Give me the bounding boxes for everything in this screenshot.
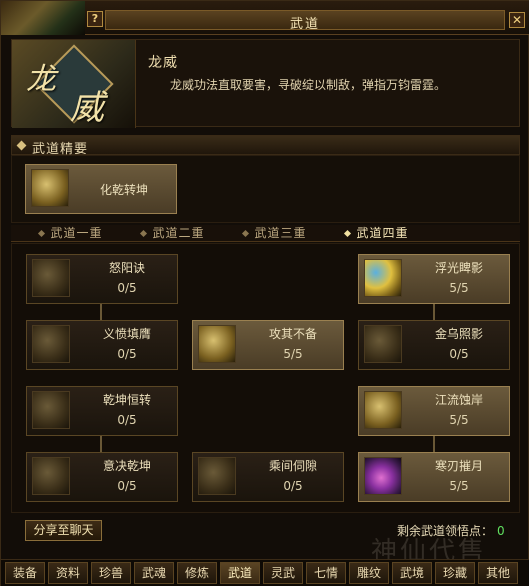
skill-name: 乘间伺隙 [268, 459, 317, 473]
skill-points: 5/5 [449, 413, 469, 427]
skill-card[interactable]: 乾坤恒转 0/5 [26, 386, 178, 436]
skill-tree: 怒阳诀 0/5 浮光睥影 5/5 义愤填膺 0/5 攻其不备 5/5 金乌照影 … [11, 243, 520, 513]
skill-icon [32, 325, 70, 363]
skill-name: 寒刃摧月 [434, 459, 483, 473]
skill-points: 5/5 [283, 347, 303, 361]
share-to-chat-button[interactable]: 分享至聊天 [25, 520, 102, 541]
help-button[interactable]: ? [87, 11, 103, 27]
skill-points: 0/5 [117, 479, 137, 493]
tab-tier-1[interactable]: 武道一重 [21, 225, 121, 242]
essence-skill-name: 化乾转坤 [99, 183, 148, 197]
skill-name: 龙威 [148, 55, 178, 71]
skill-icon [198, 457, 236, 495]
window-title: 武道 [289, 17, 320, 32]
skill-icon [364, 325, 402, 363]
martial-way-window: ? 武道 ✕ 龙 威 龙威 龙威功法直取要害，寻破绽以制敌，弹指万钧雷霆。 武道… [0, 0, 529, 586]
bottom-tab[interactable]: 武魂 [134, 562, 174, 584]
skill-header: 龙 威 龙威 龙威功法直取要害，寻破绽以制敌，弹指万钧雷霆。 [11, 39, 520, 128]
skill-card[interactable]: 浮光睥影 5/5 [358, 254, 510, 304]
skill-name: 怒阳诀 [108, 261, 145, 275]
skill-card[interactable]: 寒刃摧月 5/5 [358, 452, 510, 502]
bottom-tab[interactable]: 修炼 [177, 562, 217, 584]
diamond-bullet-icon [16, 140, 27, 151]
skill-icon [364, 259, 402, 297]
bottom-tab[interactable]: 灵武 [263, 562, 303, 584]
skill-emblem: 龙 威 [12, 40, 136, 128]
tab-label: 武道四重 [356, 226, 409, 240]
bottom-tab-strip: 装备 资料 珍兽 武魂 修炼 武道 灵武 七情 雕纹 武境 珍藏 其他 [1, 559, 529, 586]
tab-tier-4[interactable]: 武道四重 [327, 225, 427, 242]
skill-card[interactable]: 乘间伺隙 0/5 [192, 452, 344, 502]
tree-connector [100, 302, 102, 320]
skill-points: 5/5 [449, 479, 469, 493]
skill-name: 金乌照影 [434, 327, 483, 341]
remaining-points-value: 0 [497, 524, 505, 538]
skill-card[interactable]: 金乌照影 0/5 [358, 320, 510, 370]
essence-panel: 化乾转坤 [11, 155, 520, 223]
skill-points: 5/5 [449, 281, 469, 295]
skill-icon [32, 391, 70, 429]
tab-dot-icon [140, 229, 148, 238]
emblem-char-2: 威 [70, 88, 104, 128]
skill-name: 江流蚀岸 [434, 393, 483, 407]
skill-name: 意决乾坤 [102, 459, 151, 473]
skill-card[interactable]: 意决乾坤 0/5 [26, 452, 178, 502]
bottom-tab[interactable]: 其他 [478, 562, 518, 584]
bottom-tab[interactable]: 珍藏 [435, 562, 475, 584]
tab-dot-icon [242, 229, 250, 238]
bottom-tab[interactable]: 雕纹 [349, 562, 389, 584]
tab-dot-icon [344, 229, 352, 238]
skill-card[interactable]: 怒阳诀 0/5 [26, 254, 178, 304]
skill-icon [32, 259, 70, 297]
tab-tier-2[interactable]: 武道二重 [123, 225, 223, 242]
remaining-points: 剩余武道领悟点： 0 [397, 522, 505, 539]
skill-points: 0/5 [117, 281, 137, 295]
corner-ornament [1, 1, 85, 35]
bottom-tab[interactable]: 七情 [306, 562, 346, 584]
skill-icon [364, 457, 402, 495]
title-bar[interactable]: ? 武道 ✕ [1, 1, 529, 35]
tab-label: 武道一重 [50, 226, 103, 240]
bottom-tab[interactable]: 珍兽 [91, 562, 131, 584]
title-band: 武道 [105, 10, 505, 32]
remaining-points-label: 剩余武道领悟点： [397, 524, 494, 538]
skill-description: 龙威功法直取要害，寻破绽以制敌，弹指万钧雷霆。 [170, 78, 447, 92]
skill-name: 浮光睥影 [434, 261, 483, 275]
essence-skill-card[interactable]: 化乾转坤 [25, 164, 177, 214]
tier-tabs: 武道一重 武道二重 武道三重 武道四重 [11, 225, 520, 242]
bottom-tab[interactable]: 武境 [392, 562, 432, 584]
tab-dot-icon [38, 229, 46, 238]
skill-icon [364, 391, 402, 429]
skill-points: 0/5 [449, 347, 469, 361]
skill-points: 0/5 [283, 479, 303, 493]
emblem-char-1: 龙 [26, 62, 56, 97]
skill-name: 乾坤恒转 [102, 393, 151, 407]
skill-points: 0/5 [117, 347, 137, 361]
skill-points: 0/5 [117, 413, 137, 427]
section-bar: 武道精要 [11, 135, 520, 157]
skill-icon [32, 457, 70, 495]
bottom-tab-active[interactable]: 武道 [220, 562, 260, 584]
skill-card[interactable]: 江流蚀岸 5/5 [358, 386, 510, 436]
skill-card[interactable]: 义愤填膺 0/5 [26, 320, 178, 370]
bottom-tab[interactable]: 装备 [5, 562, 45, 584]
tree-connector [433, 302, 435, 320]
skill-icon [198, 325, 236, 363]
close-button[interactable]: ✕ [509, 12, 525, 28]
tab-label: 武道二重 [152, 226, 205, 240]
bottom-tab[interactable]: 资料 [48, 562, 88, 584]
essence-skill-icon [31, 169, 69, 207]
tab-tier-3[interactable]: 武道三重 [225, 225, 325, 242]
skill-name: 义愤填膺 [102, 327, 151, 341]
skill-card[interactable]: 攻其不备 5/5 [192, 320, 344, 370]
skill-name: 攻其不备 [268, 327, 317, 341]
tab-label: 武道三重 [254, 226, 307, 240]
